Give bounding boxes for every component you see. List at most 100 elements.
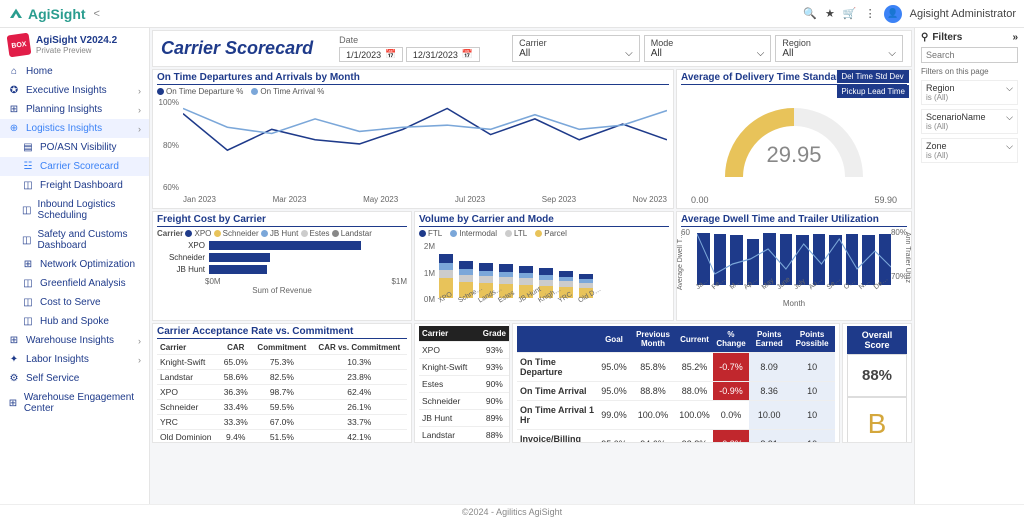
card-overall: Overall Score 88% B	[842, 323, 912, 443]
chevron-down-icon: ⌵	[1006, 83, 1013, 94]
nav-warehouse-insights[interactable]: ⊞Warehouse Insights›	[0, 331, 149, 350]
freight-bar: Schneider	[161, 253, 407, 262]
cart-icon[interactable]: 🛒	[843, 7, 857, 20]
table-row: On Time Arrival 1 Hr99.0%100.0%100.0%0.0…	[517, 401, 835, 430]
nav-labor-insights[interactable]: ✦Labor Insights›	[0, 350, 149, 369]
favorite-icon[interactable]: ★	[825, 7, 835, 20]
nav-carrier-scorecard[interactable]: ☳Carrier Scorecard	[0, 157, 149, 176]
collapse-sidebar-toggle[interactable]: <	[94, 8, 100, 20]
nav-icon: ⊞	[22, 259, 34, 270]
freight-bar: XPO	[161, 241, 407, 250]
nav-icon: ◫	[22, 297, 34, 308]
nav-planning-insights[interactable]: ⊞Planning Insights›	[0, 100, 149, 119]
table-row: Knight-Swift65.0%75.3%10.3%	[157, 355, 407, 370]
chevron-down-icon: ⌵	[625, 48, 633, 59]
chevron-icon: ›	[138, 86, 141, 96]
nav-icon: ⊞	[8, 398, 18, 409]
nav-icon: ◫	[22, 278, 34, 289]
nav-warehouse-engagement-center[interactable]: ⊞Warehouse Engagement Center	[0, 388, 149, 418]
selector-carrier[interactable]: CarrierAll⌵	[512, 35, 640, 62]
card-scorecard: GoalPrevious MonthCurrent% ChangePoints …	[512, 323, 840, 443]
nav-icon: ◫	[22, 205, 32, 216]
filter-collapse-icon[interactable]: »	[1012, 32, 1018, 43]
app-name: AgiSight V2024.2	[36, 35, 117, 46]
more-icon[interactable]: ⋮	[865, 7, 876, 20]
selector-region[interactable]: RegionAll⌵	[775, 35, 903, 62]
table-row: Estes90%	[419, 376, 510, 393]
brand-logo: AgiSight	[8, 6, 86, 22]
chevron-icon: ›	[138, 124, 141, 134]
sidebar: BOX AgiSight V2024.2 Private Preview ⌂Ho…	[0, 28, 150, 504]
search-icon[interactable]: 🔍	[803, 7, 817, 20]
nav-icon: ☳	[22, 161, 34, 172]
overall-pct: 88%	[847, 354, 907, 397]
table-row: On Time Arrival95.0%88.8%88.0%-0.9%8.361…	[517, 382, 835, 401]
chevron-down-icon: ⌵	[757, 48, 765, 59]
gauge-value: 29.95	[766, 142, 821, 168]
app-subtitle: Private Preview	[36, 46, 117, 55]
nav-network-optimization[interactable]: ⊞Network Optimization	[0, 255, 149, 274]
card-freight: Freight Cost by Carrier Carrier XPO Schn…	[152, 211, 412, 321]
nav-icon: ▤	[22, 142, 34, 153]
nav-icon: ◫	[22, 235, 31, 246]
filter-search-input[interactable]	[921, 47, 1018, 63]
app-badge: BOX	[7, 33, 32, 58]
nav-executive-insights[interactable]: ✪Executive Insights›	[0, 81, 149, 100]
nav-icon: ✦	[8, 354, 20, 365]
nav-icon: ⊞	[8, 104, 20, 115]
nav-inbound-logistics-scheduling[interactable]: ◫Inbound Logistics Scheduling	[0, 195, 149, 225]
gauge-btn-del[interactable]: Del Time Std Dev	[837, 70, 909, 83]
filter-scenarioname[interactable]: ScenarioName ⌵is (All)	[921, 109, 1018, 134]
filter-region[interactable]: Region ⌵is (All)	[921, 80, 1018, 105]
date-to[interactable]: 12/31/2023 📅	[406, 47, 480, 62]
table-row: Schneider90%	[419, 393, 510, 410]
score-table: GoalPrevious MonthCurrent% ChangePoints …	[517, 326, 835, 443]
dwell-line	[697, 229, 891, 285]
nav-freight-dashboard[interactable]: ◫Freight Dashboard	[0, 176, 149, 195]
nav-icon: ✪	[8, 85, 20, 96]
table-row: On Time Departure95.0%85.8%85.2%-0.7%8.0…	[517, 353, 835, 382]
nav-icon: ◫	[22, 316, 34, 327]
card-grade: CarrierGradeXPO93%Knight-Swift93%Estes90…	[414, 323, 510, 443]
selector-mode[interactable]: ModeAll⌵	[644, 35, 772, 62]
card-gauge: Average of Delivery Time Standard Deviat…	[676, 69, 912, 209]
nav-po-asn-visibility[interactable]: ▤PO/ASN Visibility	[0, 138, 149, 157]
nav-icon: ⌂	[8, 66, 20, 77]
nav-safety-and-customs-dashboard[interactable]: ◫Safety and Customs Dashboard	[0, 225, 149, 255]
chevron-icon: ›	[138, 355, 141, 365]
nav-icon: ◫	[22, 180, 34, 191]
date-from[interactable]: 1/1/2023 📅	[339, 47, 403, 62]
nav-logistics-insights[interactable]: ⊕Logistics Insights›	[0, 119, 149, 138]
chevron-icon: ›	[138, 336, 141, 346]
filter-zone[interactable]: Zone ⌵is (All)	[921, 138, 1018, 163]
nav-hub-and-spoke[interactable]: ◫Hub and Spoke	[0, 312, 149, 331]
car-table: CarrierCARCommitmentCAR vs. CommitmentKn…	[157, 341, 407, 443]
avatar[interactable]: 👤	[884, 5, 902, 23]
table-row: JB Hunt89%	[419, 410, 510, 427]
card-volume: Volume by Carrier and Mode FTLIntermodal…	[414, 211, 674, 321]
chevron-down-icon: ⌵	[1006, 112, 1013, 123]
grade-table: CarrierGradeXPO93%Knight-Swift93%Estes90…	[419, 326, 510, 443]
footer: ©2024 - Agilitics AgiSight	[0, 504, 1024, 519]
filter-icon: ⚲	[921, 32, 928, 43]
freight-bar: JB Hunt	[161, 265, 407, 274]
nav-icon: ⊕	[8, 123, 20, 134]
chevron-down-icon: ⌵	[1006, 141, 1013, 152]
nav-greenfield-analysis[interactable]: ◫Greenfield Analysis	[0, 274, 149, 293]
page-title: Carrier Scorecard	[161, 38, 313, 59]
overall-grade: B	[847, 397, 907, 443]
topbar: AgiSight < 🔍 ★ 🛒 ⋮ 👤 Agisight Administra…	[0, 0, 1024, 28]
nav-icon: ⚙	[8, 373, 20, 384]
table-row: XPO93%	[419, 342, 510, 359]
nav-cost-to-serve[interactable]: ◫Cost to Serve	[0, 293, 149, 312]
card-on-time: On Time Departures and Arrivals by Month…	[152, 69, 674, 209]
nav-home[interactable]: ⌂Home	[0, 62, 149, 81]
chevron-icon: ›	[138, 105, 141, 115]
table-row: Landstar58.6%82.5%23.8%	[157, 370, 407, 385]
line-chart	[183, 98, 667, 192]
user-name[interactable]: Agisight Administrator	[910, 8, 1016, 20]
date-label: Date	[339, 35, 480, 45]
table-row: Invoice/Billing Accuracy95.0%94.6%93.8%-…	[517, 430, 835, 444]
filter-panel: ⚲Filters» Filters on this page Region ⌵i…	[914, 28, 1024, 504]
nav-self-service[interactable]: ⚙Self Service	[0, 369, 149, 388]
